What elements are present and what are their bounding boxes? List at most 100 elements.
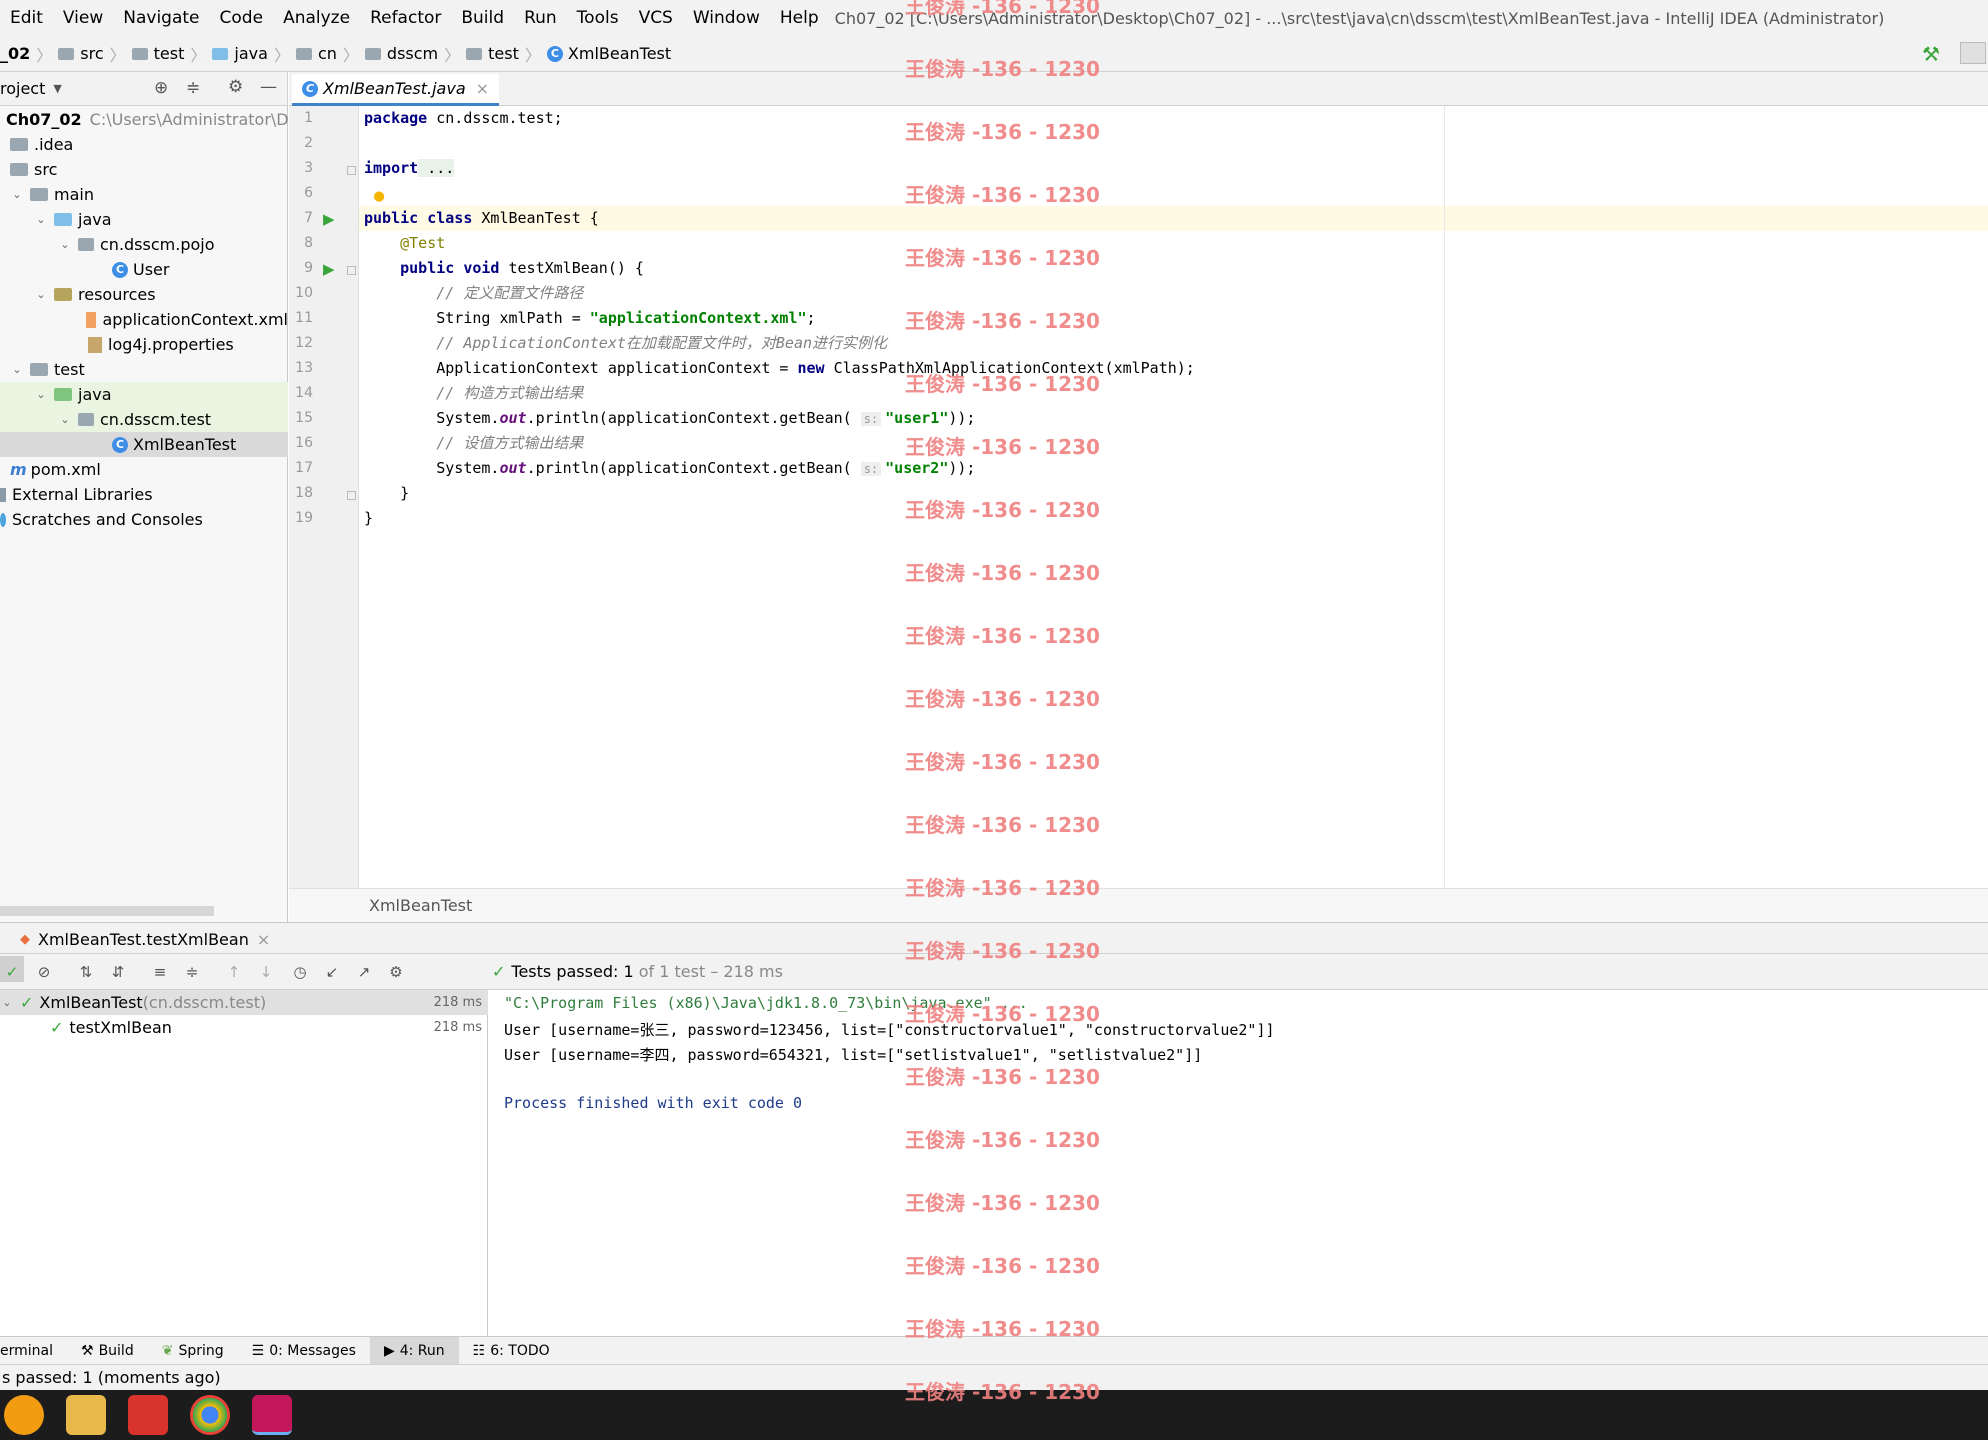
tab-xmlbeantest[interactable]: C XmlBeanTest.java × <box>292 74 500 106</box>
toolwindow-messages[interactable]: ☰ 0: Messages <box>238 1343 370 1359</box>
gear-icon[interactable]: ⚙ <box>228 77 243 97</box>
crumb-project[interactable]: _02 <box>0 44 30 63</box>
console-line: User [username=张三, password=123456, list… <box>504 1021 1275 1039</box>
chevron-down-icon[interactable]: ⌄ <box>34 213 48 226</box>
tree-item-pom[interactable]: m pom.xml <box>0 457 288 482</box>
crumb-class[interactable]: XmlBeanTest <box>568 44 671 63</box>
next-failed-icon[interactable]: ↓ <box>254 960 278 984</box>
watermark: 王俊涛 -136 - 1230 <box>905 246 1100 270</box>
menu-vcs[interactable]: VCS <box>629 8 683 28</box>
run-test-icon[interactable]: ▶ <box>323 260 335 278</box>
fold-icon[interactable] <box>347 266 356 275</box>
tree-item-test[interactable]: ⌄ test <box>0 357 288 382</box>
fold-icon[interactable] <box>347 491 356 500</box>
console-output[interactable]: "C:\Program Files (x86)\Java\jdk1.8.0_73… <box>489 990 1988 1336</box>
tree-item-external-libraries[interactable]: External Libraries <box>0 482 288 507</box>
menu-analyze[interactable]: Analyze <box>273 8 360 28</box>
import-tests-icon[interactable]: ↙ <box>320 960 344 984</box>
chevron-down-icon[interactable]: ▼ <box>53 82 61 95</box>
menu-tools[interactable]: Tools <box>567 8 629 28</box>
run-config-icon[interactable] <box>1960 42 1986 64</box>
menu-build[interactable]: Build <box>451 8 514 28</box>
export-icon[interactable]: ↗ <box>352 960 376 984</box>
crumb-cn[interactable]: cn <box>318 44 337 63</box>
crumb-test-pkg[interactable]: test <box>488 44 519 63</box>
expand-all-icon[interactable]: ≡ <box>148 960 172 984</box>
menu-window[interactable]: Window <box>683 8 770 28</box>
chevron-down-icon[interactable]: ⌄ <box>10 188 24 201</box>
tree-item-scratches[interactable]: Scratches and Consoles <box>0 507 288 532</box>
test-config-icon: ◆ <box>20 931 30 947</box>
sort-alpha-icon[interactable]: ⇅ <box>74 960 98 984</box>
code-line-8: @Test <box>364 234 446 252</box>
stop-icon[interactable]: ⊘ <box>32 960 56 984</box>
fold-icon[interactable] <box>347 166 356 175</box>
toolwindow-spring[interactable]: ❦ Spring <box>148 1343 238 1359</box>
sort-duration-icon[interactable]: ⇵ <box>106 960 130 984</box>
taskbar-app-icon[interactable] <box>4 1395 44 1435</box>
toolwindow-run[interactable]: ▶ 4: Run <box>369 1336 459 1365</box>
chevron-down-icon[interactable]: ⌄ <box>10 363 24 376</box>
intellij-idea-icon[interactable] <box>252 1395 292 1435</box>
project-view-selector[interactable]: roject <box>0 79 45 98</box>
chevron-down-icon[interactable]: ⌄ <box>58 238 72 251</box>
crumb-src[interactable]: src <box>80 44 103 63</box>
menu-run[interactable]: Run <box>514 8 567 28</box>
run-test-icon[interactable]: ▶ <box>323 210 335 228</box>
tree-item-src[interactable]: src <box>0 157 288 182</box>
editor-breadcrumb[interactable]: XmlBeanTest <box>289 888 1988 922</box>
menu-code[interactable]: Code <box>210 8 274 28</box>
chevron-down-icon[interactable]: ⌄ <box>58 413 72 426</box>
tree-item-test-pkg[interactable]: ⌄ cn.dsscm.test <box>0 407 288 432</box>
collapse-all-icon[interactable]: ≑ <box>180 960 204 984</box>
menu-refactor[interactable]: Refactor <box>360 8 451 28</box>
package-icon <box>78 413 94 426</box>
test-suite-row[interactable]: ⌄ ✓ XmlBeanTest (cn.dsscm.test) 218 ms <box>0 990 488 1015</box>
file-explorer-icon[interactable] <box>66 1395 106 1435</box>
code-editor[interactable]: package cn.dsscm.test; import ... ● publ… <box>359 106 1988 888</box>
menu-edit[interactable]: Edit <box>0 8 53 28</box>
history-icon[interactable]: ◷ <box>288 960 312 984</box>
line-number: 17 <box>295 460 313 476</box>
tree-item-idea[interactable]: .idea <box>0 132 288 157</box>
tree-item-test-java[interactable]: ⌄ java <box>0 382 288 407</box>
tree-item-root[interactable]: Ch07_02 C:\Users\Administrator\Desk <box>0 107 316 132</box>
build-hammer-icon[interactable]: ⚒ <box>1922 42 1940 66</box>
toolwindow-terminal[interactable]: erminal <box>0 1343 67 1359</box>
collapse-all-icon[interactable]: ≑ <box>186 78 200 98</box>
tree-item-xmlbeantest[interactable]: C XmlBeanTest <box>0 432 288 457</box>
close-icon[interactable]: × <box>476 79 489 98</box>
tree-item-appctx[interactable]: applicationContext.xml <box>0 307 288 332</box>
crumb-dsscm[interactable]: dsscm <box>387 44 438 63</box>
tree-item-user[interactable]: C User <box>0 257 288 282</box>
test-folder-icon <box>54 388 72 401</box>
tree-item-main-java[interactable]: ⌄ java <box>0 207 288 232</box>
horizontal-scrollbar[interactable] <box>0 906 214 916</box>
menu-help[interactable]: Help <box>770 8 829 28</box>
menu-view[interactable]: View <box>53 8 113 28</box>
previous-failed-icon[interactable]: ↑ <box>222 960 246 984</box>
chevron-down-icon[interactable]: ⌄ <box>34 388 48 401</box>
crumb-java[interactable]: java <box>234 44 268 63</box>
menu-navigate[interactable]: Navigate <box>113 8 209 28</box>
lightbulb-icon[interactable]: ● <box>374 186 384 206</box>
tree-item-main[interactable]: ⌄ main <box>0 182 288 207</box>
close-icon[interactable]: × <box>257 930 270 949</box>
test-case-row[interactable]: ✓ testXmlBean 218 ms <box>0 1015 488 1040</box>
minimize-icon[interactable]: — <box>260 77 277 97</box>
locate-icon[interactable]: ⊕ <box>154 78 168 98</box>
chrome-icon[interactable] <box>190 1395 230 1435</box>
gear-icon[interactable]: ⚙ <box>384 960 408 984</box>
tab-run-config[interactable]: ◆ XmlBeanTest.testXmlBean × <box>20 924 270 954</box>
tree-item-pojo[interactable]: ⌄ cn.dsscm.pojo <box>0 232 288 257</box>
chevron-down-icon[interactable]: ⌄ <box>0 996 14 1009</box>
tree-item-log4j[interactable]: log4j.properties <box>0 332 288 357</box>
chevron-down-icon[interactable]: ⌄ <box>34 288 48 301</box>
toolwindow-build[interactable]: ⚒ Build <box>67 1343 148 1359</box>
wps-office-icon[interactable] <box>128 1395 168 1435</box>
check-icon[interactable]: ✓ <box>0 960 24 984</box>
toolwindow-todo[interactable]: ☷ 6: TODO <box>459 1343 564 1359</box>
watermark: 王俊涛 -136 - 1230 <box>905 939 1100 963</box>
crumb-test[interactable]: test <box>154 44 185 63</box>
tree-item-resources[interactable]: ⌄ resources <box>0 282 288 307</box>
